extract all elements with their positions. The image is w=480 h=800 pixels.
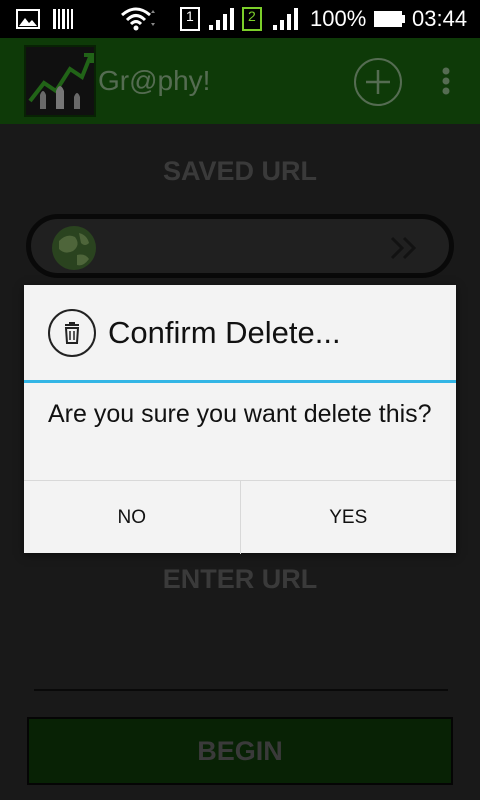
- yes-button[interactable]: YES: [239, 481, 457, 554]
- wifi-icon: [120, 0, 156, 38]
- dialog-message: Are you sure you want delete this?: [48, 400, 432, 428]
- sim2-label: 2: [248, 8, 256, 24]
- battery-percent: 100%: [310, 6, 367, 31]
- no-button[interactable]: NO: [24, 481, 240, 554]
- barcode-icon: [52, 0, 74, 38]
- sim1-label: 1: [186, 8, 194, 24]
- phone-screen: 1 2 100% 03:44 Gr@phy! SAVED URL ENTER U…: [0, 0, 480, 800]
- battery-icon: [374, 0, 406, 38]
- dialog-button-row: NO YES: [24, 480, 456, 554]
- dialog-title: Confirm Delete...: [108, 315, 341, 350]
- trash-icon: [48, 309, 96, 357]
- confirm-delete-dialog: Confirm Delete... Are you sure you want …: [24, 285, 456, 554]
- clock: 03:44: [412, 6, 468, 31]
- signal-icon: [272, 0, 298, 38]
- sim2-icon: 2: [242, 0, 264, 38]
- dialog-divider: [24, 380, 456, 383]
- signal-icon: [208, 0, 234, 38]
- status-bar: 1 2 100% 03:44: [0, 0, 480, 38]
- sim1-icon: 1: [180, 0, 202, 38]
- gallery-icon: [16, 0, 40, 38]
